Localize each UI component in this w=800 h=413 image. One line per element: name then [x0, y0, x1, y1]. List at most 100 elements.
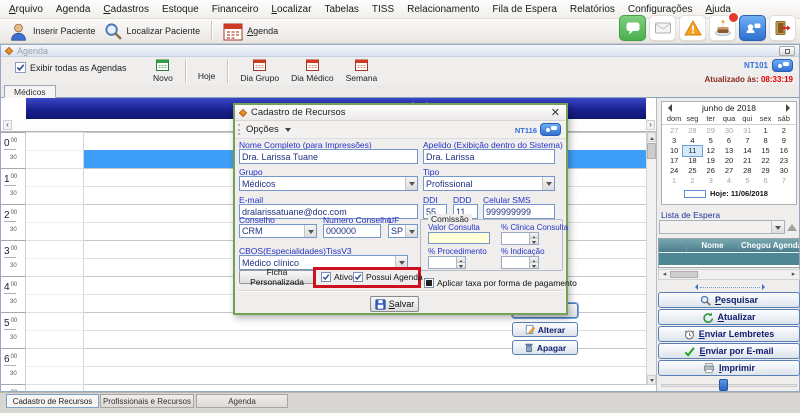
calendar-day[interactable]: 18 [683, 156, 701, 166]
agenda-button[interactable]: Agenda [219, 19, 282, 43]
calendar-day[interactable]: 1 [665, 176, 683, 186]
valor-consulta-input[interactable] [428, 232, 490, 244]
tab-profissionais-e-recursos[interactable]: Profissionais e Recursos [100, 394, 194, 408]
panel-close-button[interactable] [779, 46, 795, 56]
calendar-day[interactable]: 2 [683, 176, 701, 186]
scroll-down-icon[interactable] [647, 375, 656, 385]
dialog-chat-button[interactable] [540, 123, 561, 136]
salvar-button[interactable]: Salvar [370, 296, 419, 312]
ficha-personalizada-button[interactable]: Ficha Personalizada [239, 270, 315, 284]
calendar-day[interactable]: 8 [756, 136, 774, 146]
calendar-day[interactable]: 21 [738, 156, 756, 166]
dropdown-arrow-icon[interactable] [304, 225, 316, 237]
dropdown-arrow-icon[interactable] [405, 177, 417, 190]
uf-select[interactable]: SP [388, 224, 418, 238]
waitlist-col-nome[interactable]: Nome [687, 241, 739, 250]
spinner-arrows-icon[interactable] [456, 257, 465, 268]
calendar-day[interactable]: 5 [702, 136, 720, 146]
apelido-input[interactable] [423, 149, 555, 164]
apagar-button[interactable]: Apagar [512, 340, 578, 355]
semana-button[interactable]: Semana [340, 58, 384, 84]
calendar-day[interactable]: 1 [756, 126, 774, 136]
menu-item-ajuda[interactable]: Ajuda [705, 4, 731, 15]
spinner-arrows-icon[interactable] [529, 257, 538, 268]
exit-icon[interactable] [769, 15, 796, 41]
slider-thumb[interactable] [719, 379, 728, 391]
menu-item-relatórios[interactable]: Relatórios [570, 4, 615, 15]
possui-agenda-checkbox[interactable] [353, 272, 363, 282]
scroll-up-icon[interactable] [647, 132, 656, 142]
calendar-day[interactable]: 10 [665, 146, 683, 156]
possui-agenda-checkbox-row[interactable]: Possui Agenda [353, 272, 423, 282]
vertical-scrollbar[interactable] [646, 132, 656, 385]
localizar-paciente-button[interactable]: Localizar Paciente [100, 19, 205, 43]
calendar-day[interactable]: 13 [720, 146, 738, 156]
grupo-select[interactable]: Médicos [239, 176, 418, 191]
procedimento-spinner[interactable] [428, 256, 466, 269]
menu-item-localizar[interactable]: Localizar [271, 4, 311, 15]
panel-splitter[interactable] [695, 284, 765, 290]
menu-item-estoque[interactable]: Estoque [162, 4, 199, 15]
menu-item-financeiro[interactable]: Financeiro [212, 4, 259, 15]
indicacao-spinner[interactable] [501, 256, 539, 269]
ativo-checkbox-row[interactable]: Ativo [321, 272, 353, 282]
tab-cadastro-de-recursos[interactable]: Cadastro de Recursos [6, 394, 99, 408]
tab-medicos[interactable]: Médicos [4, 85, 56, 98]
menu-item-agenda[interactable]: Agenda [56, 4, 90, 15]
opcoes-menu[interactable]: Opções [246, 124, 291, 135]
calendar-day[interactable]: 26 [702, 166, 720, 176]
numero-conselho-input[interactable] [323, 224, 381, 238]
menu-item-arquivo[interactable]: Arquivo [9, 4, 43, 15]
waitlist-select[interactable] [659, 220, 785, 234]
dialog-close-button[interactable]: ✕ [551, 106, 560, 120]
enviar-por-email-button[interactable]: Enviar por E-mail [658, 343, 800, 359]
birthday-icon[interactable] [709, 15, 736, 41]
calendar-day[interactable]: 2 [775, 126, 793, 136]
prev-month-icon[interactable] [668, 104, 672, 112]
hoje-button[interactable]: Hoje [192, 58, 221, 84]
calendar-day[interactable]: 30 [720, 126, 738, 136]
dropdown-arrow-icon[interactable] [542, 177, 554, 190]
atualizar-button[interactable]: Atualizar [658, 309, 800, 325]
calendar-day[interactable]: 25 [683, 166, 701, 176]
schedule-row[interactable]: 30 [1, 366, 646, 384]
novo-agenda-button[interactable]: Novo [147, 58, 179, 84]
ativo-checkbox[interactable] [321, 272, 331, 282]
calendar-day[interactable]: 28 [738, 166, 756, 176]
enviar-lembretes-button[interactable]: Enviar Lembretes [658, 326, 800, 342]
tab-agenda[interactable]: Agenda [196, 394, 288, 408]
schedule-row[interactable]: 700 [1, 384, 646, 391]
scroll-left-icon[interactable]: ◂ [660, 270, 669, 279]
calendar-day[interactable]: 3 [702, 176, 720, 186]
waitlist-col-chegou-agenda[interactable]: Chegou Agenda [739, 241, 799, 250]
calendar-day[interactable]: 17 [665, 156, 683, 166]
calendar-day[interactable]: 27 [720, 166, 738, 176]
scroll-left-button[interactable]: ‹ [3, 120, 12, 130]
scrollbar-thumb[interactable] [670, 271, 698, 278]
collapse-arrow-icon[interactable] [787, 224, 797, 231]
messages-icon[interactable] [739, 15, 766, 41]
calendar-day[interactable]: 11 [683, 146, 701, 156]
menu-item-cadastros[interactable]: Cadastros [103, 4, 149, 15]
calendar-day[interactable]: 16 [775, 146, 793, 156]
menu-item-relacionamento[interactable]: Relacionamento [407, 4, 479, 15]
calendar-day[interactable]: 3 [665, 136, 683, 146]
spinner-arrows-icon[interactable] [529, 233, 538, 244]
conselho-select[interactable]: CRM [239, 224, 317, 238]
next-month-icon[interactable] [786, 104, 790, 112]
dia-medico-button[interactable]: Dia Médico [285, 58, 340, 84]
zoom-slider[interactable] [659, 379, 799, 391]
menu-item-fila-de-espera[interactable]: Fila de Espera [492, 4, 556, 15]
celular-sms-input[interactable] [483, 204, 555, 219]
calendar-day[interactable]: 15 [756, 146, 774, 156]
calendar-day[interactable]: 19 [702, 156, 720, 166]
warning-icon[interactable] [679, 15, 706, 41]
calendar-day[interactable]: 9 [775, 136, 793, 146]
pesquisar-button[interactable]: Pesquisar [658, 292, 800, 308]
aplicar-taxa-checkbox[interactable] [424, 278, 434, 288]
calendar-day[interactable]: 27 [665, 126, 683, 136]
dropdown-arrow-icon[interactable] [405, 225, 417, 237]
today-label[interactable]: Hoje: 11/06/2018 [710, 189, 768, 198]
menu-item-configurações[interactable]: Configurações [628, 4, 692, 15]
exibir-todas-checkbox[interactable] [15, 62, 26, 73]
